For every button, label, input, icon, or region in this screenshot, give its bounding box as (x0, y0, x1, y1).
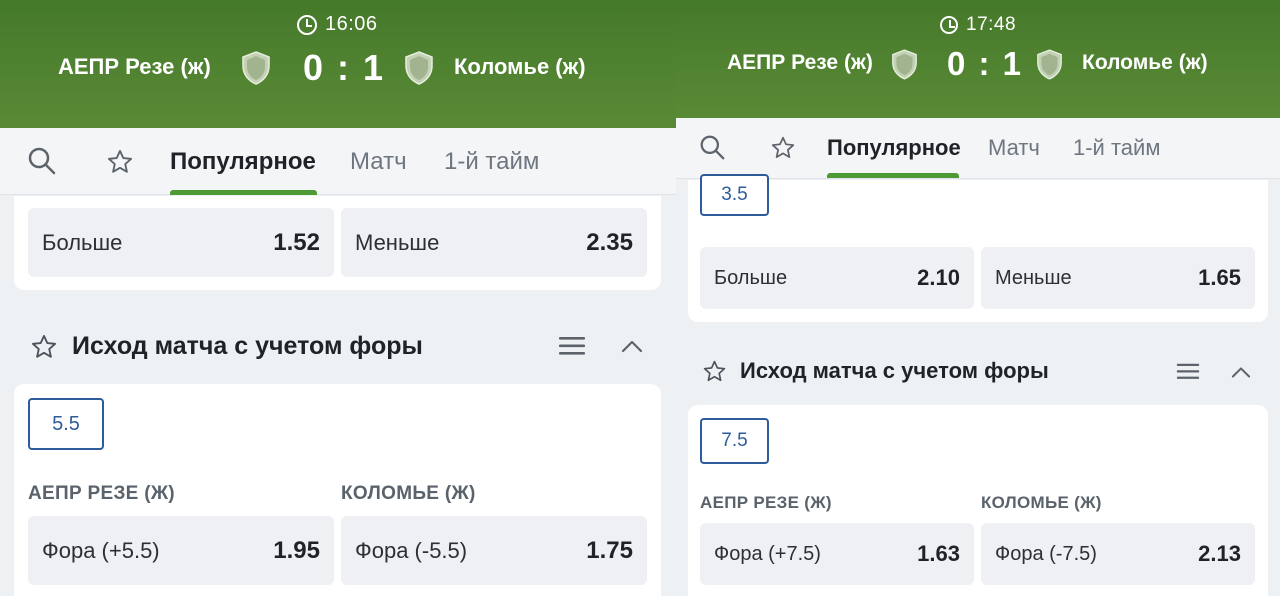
match-time-text: 17:48 (966, 14, 1017, 35)
team-shield-icon (405, 51, 433, 85)
home-handicap-button[interactable]: Фора (+7.5) 1.63 (700, 523, 974, 585)
under-odd: 1.65 (1198, 265, 1241, 290)
tab-match[interactable]: Матч (988, 135, 1040, 161)
team-shield-icon (892, 49, 917, 80)
away-handicap-odd: 1.75 (586, 536, 633, 564)
match-time: 16:06 (297, 13, 378, 36)
home-column-label: АЕПР РЕЗЕ (Ж) (700, 493, 832, 512)
handicap-line-chip[interactable]: 7.5 (700, 418, 769, 464)
away-team-name: Коломье (ж) (1082, 51, 1208, 74)
tab-first-half[interactable]: 1-й тайм (444, 148, 539, 176)
tab-popular[interactable]: Популярное (827, 135, 961, 161)
over-odd: 1.52 (273, 228, 320, 256)
over-odds-button[interactable]: Больше 1.52 (28, 208, 334, 277)
match-header: 16:06 АЕПР Резе (ж) 0 : 1 Коломье (ж) (0, 0, 676, 128)
handicap-section-title: Исход матча с учетом форы (740, 358, 1049, 383)
handicap-market-card: 5.5 АЕПР РЕЗЕ (Ж) КОЛОМЬЕ (Ж) Фора (+5.5… (14, 384, 661, 596)
away-handicap-button[interactable]: Фора (-5.5) 1.75 (341, 516, 647, 585)
market-tabs: Популярное Матч 1-й тайм (0, 128, 676, 195)
under-label: Меньше (355, 229, 440, 255)
handicap-market-card: 7.5 АЕПР РЕЗЕ (Ж) КОЛОМЬЕ (Ж) Фора (+7.5… (688, 405, 1268, 596)
chevron-up-icon[interactable] (620, 336, 644, 356)
clock-icon (940, 16, 958, 34)
tab-first-half[interactable]: 1-й тайм (1073, 135, 1160, 161)
star-icon[interactable] (106, 148, 134, 176)
star-icon[interactable] (30, 333, 58, 361)
away-column-label: КОЛОМЬЕ (Ж) (341, 483, 476, 504)
total-market-card: Больше 1.52 Меньше 2.35 (14, 196, 661, 290)
search-icon[interactable] (27, 146, 57, 176)
match-header: 17:48 АЕПР Резе (ж) 0 : 1 Коломье (ж) (676, 0, 1280, 118)
total-market-card: 3.5 Больше 2.10 Меньше 1.65 (688, 174, 1268, 322)
star-icon[interactable] (702, 359, 727, 384)
menu-lines-icon[interactable] (558, 334, 586, 358)
clock-icon (297, 14, 317, 35)
away-handicap-label: Фора (-5.5) (355, 537, 468, 563)
total-line-chip[interactable]: 3.5 (700, 174, 769, 216)
match-time-text: 16:06 (325, 13, 378, 35)
active-tab-indicator (170, 190, 317, 195)
menu-lines-icon[interactable] (1176, 361, 1200, 382)
under-odds-button[interactable]: Меньше 1.65 (981, 247, 1255, 309)
away-handicap-odd: 2.13 (1198, 541, 1241, 566)
home-team-name: АЕПР Резе (ж) (727, 51, 873, 74)
home-handicap-odd: 1.95 (273, 536, 320, 564)
chevron-up-icon[interactable] (1230, 363, 1252, 381)
home-team-name: АЕПР Резе (ж) (58, 54, 211, 79)
away-column-label: КОЛОМЬЕ (Ж) (981, 493, 1102, 512)
home-column-label: АЕПР РЕЗЕ (Ж) (28, 483, 175, 504)
home-handicap-label: Фора (+5.5) (42, 537, 160, 563)
market-tabs: Популярное Матч 1-й тайм (676, 118, 1280, 179)
away-team-name: Коломье (ж) (454, 54, 586, 79)
match-score: 0 : 1 (303, 47, 386, 88)
handicap-line-chip[interactable]: 5.5 (28, 398, 104, 450)
active-tab-indicator (827, 173, 959, 178)
right-screenshot: 17:48 АЕПР Резе (ж) 0 : 1 Коломье (ж) По… (676, 0, 1280, 596)
tab-match[interactable]: Матч (350, 148, 407, 176)
over-label: Больше (42, 229, 123, 255)
match-score: 0 : 1 (947, 45, 1024, 82)
left-screenshot: 16:06 АЕПР Резе (ж) 0 : 1 Коломье (ж) По… (0, 0, 676, 596)
home-handicap-odd: 1.63 (917, 541, 960, 566)
tab-popular[interactable]: Популярное (170, 148, 316, 176)
match-time: 17:48 (940, 14, 1016, 36)
team-shield-icon (1037, 49, 1062, 80)
over-odd: 2.10 (917, 265, 960, 290)
team-shield-icon (242, 51, 270, 85)
under-odd: 2.35 (586, 228, 633, 256)
under-label: Меньше (995, 266, 1072, 289)
away-handicap-button[interactable]: Фора (-7.5) 2.13 (981, 523, 1255, 585)
star-icon[interactable] (770, 135, 796, 161)
home-handicap-button[interactable]: Фора (+5.5) 1.95 (28, 516, 334, 585)
under-odds-button[interactable]: Меньше 2.35 (341, 208, 647, 277)
over-odds-button[interactable]: Больше 2.10 (700, 247, 974, 309)
search-icon[interactable] (699, 134, 726, 161)
over-label: Больше (714, 266, 788, 289)
handicap-section-title: Исход матча с учетом форы (72, 332, 423, 360)
away-handicap-label: Фора (-7.5) (995, 542, 1097, 565)
home-handicap-label: Фора (+7.5) (714, 542, 821, 565)
